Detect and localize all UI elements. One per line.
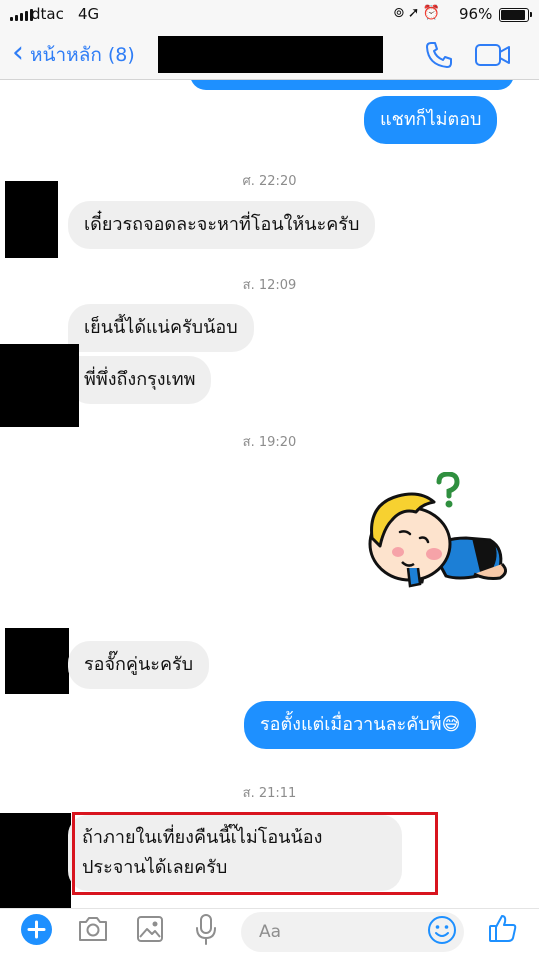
message-list[interactable]: แชทก็ไม่ตอบ ศ. 22:20 เดี๋ยวรถจอดละจะหาที… bbox=[0, 80, 539, 908]
signal-strength-icon bbox=[10, 9, 33, 21]
message-timestamp: ส. 21:11 bbox=[242, 786, 297, 801]
message-text: รอจั๊กคู่นะครับ bbox=[84, 654, 194, 675]
thumbs-up-icon[interactable] bbox=[487, 912, 519, 944]
conversation-header: ‹ หน้าหลัก (8) bbox=[0, 30, 539, 80]
message-bubble-incoming[interactable]: เย็นนี้ได้แน่ครับน้อบ bbox=[68, 304, 254, 352]
plus-icon[interactable] bbox=[20, 913, 53, 946]
redacted-avatar bbox=[5, 181, 58, 258]
message-timestamp: ส. 12:09 bbox=[242, 278, 297, 293]
redacted-avatar bbox=[0, 813, 71, 908]
message-bubble-outgoing-cut[interactable] bbox=[190, 80, 514, 90]
message-composer: Aa bbox=[0, 908, 539, 960]
message-text: พี่พึ่งถึงกรุงเทพ bbox=[84, 369, 196, 390]
redacted-avatar bbox=[0, 344, 79, 427]
battery-icon bbox=[499, 8, 532, 22]
message-text: เย็นนี้ได้แน่ครับน้อบ bbox=[84, 317, 238, 338]
message-timestamp: ส. 19:20 bbox=[242, 435, 297, 450]
message-bubble-outgoing[interactable]: แชทก็ไม่ตอบ bbox=[364, 96, 498, 144]
message-bubble-incoming[interactable]: รอจั๊กคู่นะครับ bbox=[68, 641, 210, 689]
emoji-icon[interactable] bbox=[427, 915, 457, 945]
network-type: 4G bbox=[78, 5, 100, 23]
microphone-icon[interactable] bbox=[194, 913, 218, 947]
redacted-avatar bbox=[5, 628, 69, 694]
redacted-contact-name bbox=[158, 36, 383, 73]
message-bubble-outgoing[interactable]: รอตั้งแต่เมื่อวานละคับพี่😅 bbox=[244, 701, 477, 749]
chevron-left-icon: ‹ bbox=[12, 35, 24, 70]
video-icon[interactable] bbox=[474, 42, 512, 68]
battery-percent: 96% bbox=[459, 5, 493, 23]
confused-baby-sticker[interactable] bbox=[362, 472, 512, 597]
status-bar: dtac 4G ⊚➚⏰ 96% bbox=[0, 0, 539, 30]
at-icon: ⊚ bbox=[393, 5, 408, 21]
message-timestamp: ศ. 22:20 bbox=[242, 174, 297, 189]
carrier-name: dtac bbox=[31, 5, 64, 23]
phone-icon[interactable] bbox=[424, 40, 454, 70]
location-arrow-icon: ➚ bbox=[407, 5, 423, 21]
message-bubble-incoming[interactable]: เดี๋ยวรถจอดละจะหาที่โอนให้นะครับ bbox=[68, 201, 376, 249]
photo-icon[interactable] bbox=[136, 915, 164, 943]
message-input-placeholder: Aa bbox=[259, 922, 282, 942]
alarm-icon: ⏰ bbox=[422, 5, 443, 21]
red-highlight-box bbox=[72, 812, 438, 895]
back-label: หน้าหลัก (8) bbox=[30, 44, 135, 66]
message-text: เดี๋ยวรถจอดละจะหาที่โอนให้นะครับ bbox=[84, 214, 360, 235]
back-button[interactable]: ‹ หน้าหลัก (8) bbox=[12, 38, 135, 72]
message-bubble-incoming[interactable]: พี่พึ่งถึงกรุงเทพ bbox=[68, 356, 212, 404]
message-text: แชทก็ไม่ตอบ bbox=[380, 109, 482, 130]
message-text: รอตั้งแต่เมื่อวานละคับพี่😅 bbox=[260, 714, 461, 735]
camera-icon[interactable] bbox=[77, 915, 109, 943]
